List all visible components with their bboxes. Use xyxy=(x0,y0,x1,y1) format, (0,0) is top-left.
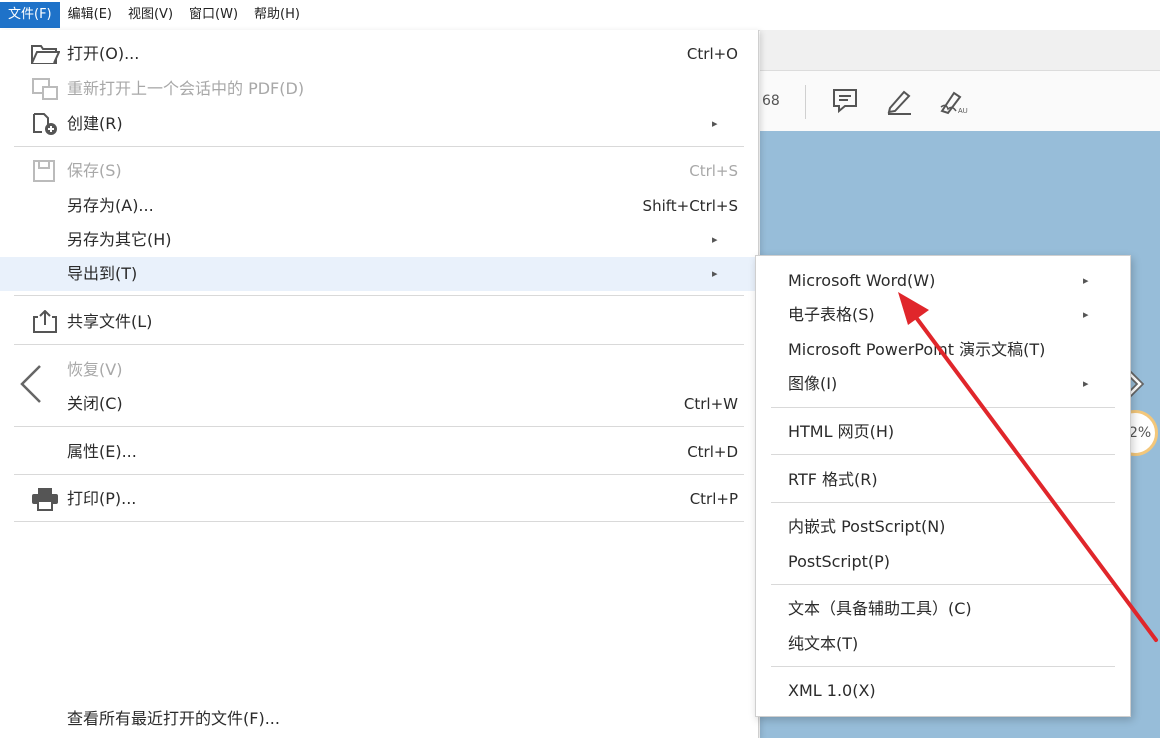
menu-item-save-as[interactable]: 另存为(A)... Shift+Ctrl+S xyxy=(0,189,758,223)
submenu-item-html[interactable]: HTML 网页(H) xyxy=(756,415,1130,449)
menu-item-share[interactable]: 共享文件(L) xyxy=(0,305,758,339)
submenu-item-word[interactable]: Microsoft Word(W) ▸ xyxy=(756,264,1130,298)
toolbar-divider xyxy=(805,85,806,119)
folder-open-icon xyxy=(30,42,60,66)
menu-window[interactable]: 窗口(W) xyxy=(181,2,246,28)
submenu-item-plain-text[interactable]: 纯文本(T) xyxy=(756,627,1130,661)
submenu-arrow-icon: ▸ xyxy=(1083,298,1089,332)
menu-view[interactable]: 视图(V) xyxy=(120,2,181,28)
menu-file[interactable]: 文件(F) xyxy=(0,2,60,28)
submenu-arrow-icon: ▸ xyxy=(1083,367,1089,401)
submenu-item-powerpoint[interactable]: Microsoft PowerPoint 演示文稿(T) xyxy=(756,333,1130,367)
pen-icon[interactable] xyxy=(884,87,914,115)
menu-item-create[interactable]: 创建(R) ▸ xyxy=(0,107,758,141)
menu-edit[interactable]: 编辑(E) xyxy=(60,2,120,28)
submenu-arrow-icon: ▸ xyxy=(712,223,718,257)
submenu-arrow-icon: ▸ xyxy=(712,257,718,291)
menu-item-reopen: 重新打开上一个会话中的 PDF(D) xyxy=(0,72,758,106)
submenu-arrow-icon: ▸ xyxy=(712,107,718,141)
comment-icon[interactable] xyxy=(830,87,860,115)
menu-help[interactable]: 帮助(H) xyxy=(246,2,308,28)
submenu-item-rtf[interactable]: RTF 格式(R) xyxy=(756,463,1130,497)
menu-item-recent-files[interactable]: 查看所有最近打开的文件(F)... xyxy=(0,702,758,736)
menu-item-export-to[interactable]: 导出到(T) ▸ xyxy=(0,257,758,291)
menu-divider xyxy=(771,407,1115,408)
menu-divider xyxy=(14,474,744,475)
menu-divider xyxy=(14,426,744,427)
chevron-left-icon[interactable] xyxy=(14,362,48,406)
menu-item-print[interactable]: 打印(P)... Ctrl+P xyxy=(0,482,758,516)
share-icon xyxy=(30,310,60,334)
file-menu: 打开(O)... Ctrl+O 重新打开上一个会话中的 PDF(D) 创建(R)… xyxy=(0,30,759,738)
submenu-item-image[interactable]: 图像(I) ▸ xyxy=(756,367,1130,401)
submenu-arrow-icon: ▸ xyxy=(1083,264,1089,298)
submenu-item-xml[interactable]: XML 1.0(X) xyxy=(756,674,1130,708)
menu-item-save: 保存(S) Ctrl+S xyxy=(0,154,758,188)
menu-divider xyxy=(771,502,1115,503)
menu-divider xyxy=(771,666,1115,667)
menu-item-open[interactable]: 打开(O)... Ctrl+O xyxy=(0,37,758,71)
tab-strip xyxy=(760,30,1160,71)
menu-item-close[interactable]: 关闭(C) Ctrl+W xyxy=(0,387,758,421)
create-icon xyxy=(30,112,60,136)
menu-item-properties[interactable]: 属性(E)... Ctrl+D xyxy=(0,435,758,469)
submenu-item-spreadsheet[interactable]: 电子表格(S) ▸ xyxy=(756,298,1130,332)
menu-bar: 文件(F) 编辑(E) 视图(V) 窗口(W) 帮助(H) xyxy=(0,0,1160,31)
submenu-item-embedded-postscript[interactable]: 内嵌式 PostScript(N) xyxy=(756,510,1130,544)
menu-divider xyxy=(14,295,744,296)
menu-divider xyxy=(771,454,1115,455)
menu-divider xyxy=(14,344,744,345)
reopen-pdf-icon xyxy=(30,77,60,101)
menu-divider xyxy=(14,521,744,522)
menu-item-save-as-other[interactable]: 另存为其它(H) ▸ xyxy=(0,223,758,257)
submenu-item-postscript[interactable]: PostScript(P) xyxy=(756,545,1130,579)
submenu-item-text-accessible[interactable]: 文本（具备辅助工具）(C) xyxy=(756,592,1130,626)
svg-text:AU: AU xyxy=(958,108,968,115)
menu-divider xyxy=(771,584,1115,585)
save-icon xyxy=(30,159,60,183)
export-submenu: Microsoft Word(W) ▸ 电子表格(S) ▸ Microsoft … xyxy=(755,255,1131,717)
menu-divider xyxy=(14,146,744,147)
menu-item-revert: 恢复(V) xyxy=(0,353,758,387)
toolbar: 68 AU xyxy=(760,71,1160,132)
sign-icon[interactable]: AU xyxy=(938,87,968,115)
printer-icon xyxy=(30,487,60,511)
page-number: 68 xyxy=(762,93,780,109)
